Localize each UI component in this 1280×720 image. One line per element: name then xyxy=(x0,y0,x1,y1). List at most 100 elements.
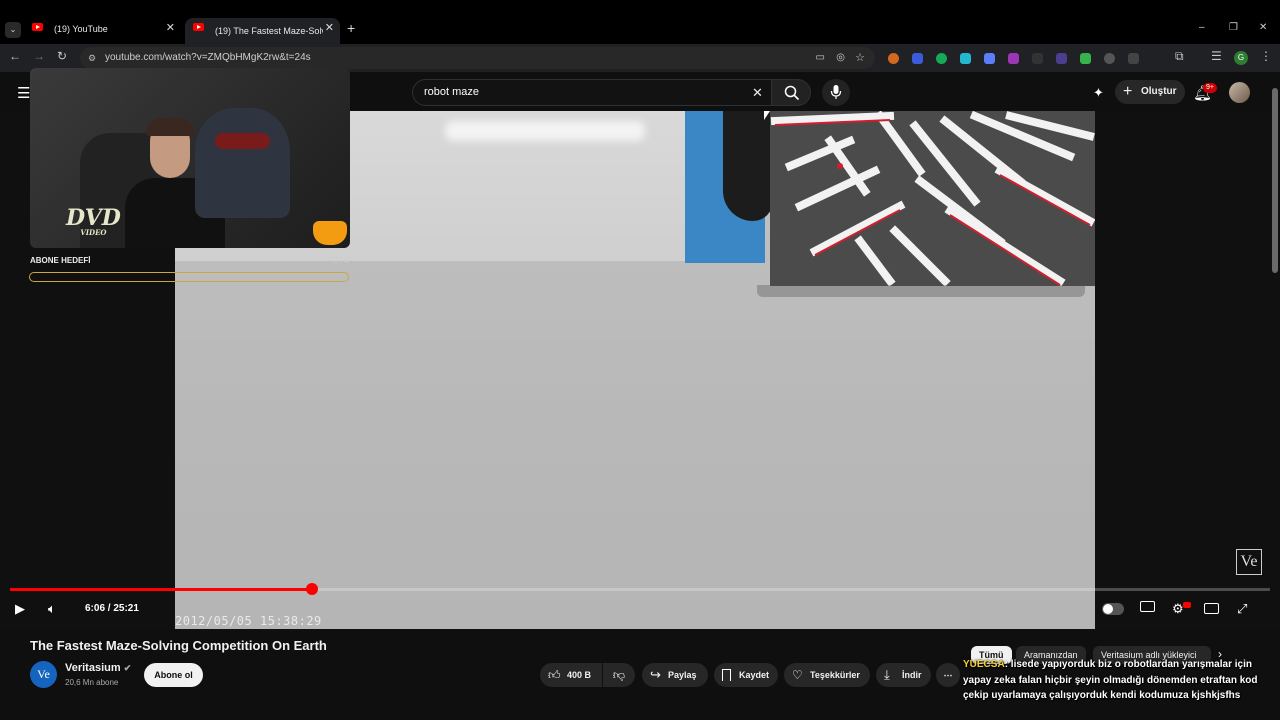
thumbs-up-icon: 👍︎ xyxy=(548,668,561,682)
progress-fill xyxy=(10,588,313,591)
bookmark-icon xyxy=(722,669,731,681)
extension-icon[interactable] xyxy=(936,53,947,64)
video-person-silhouette xyxy=(723,111,773,221)
extensions-puzzle-icon[interactable]: ⧉ xyxy=(1175,49,1184,64)
youtube-favicon-icon xyxy=(193,23,204,31)
streamer-badge-icon xyxy=(313,221,347,245)
subtitles-icon[interactable] xyxy=(1140,601,1155,612)
extension-icon[interactable] xyxy=(1128,53,1139,64)
progress-bar[interactable] xyxy=(10,583,1270,595)
streamer-hair xyxy=(146,118,194,136)
site-info-icon[interactable]: ⚙ xyxy=(88,47,96,69)
forward-icon[interactable]: → xyxy=(33,49,45,63)
share-button[interactable]: ↪ Paylaş xyxy=(642,663,708,687)
subscriber-goal-bar xyxy=(29,272,349,282)
like-button[interactable]: 👍︎ 400 B xyxy=(540,663,602,687)
reload-icon[interactable]: ↻ xyxy=(57,49,67,63)
cast-icon[interactable]: ▭ xyxy=(816,47,825,69)
create-label: Oluştur xyxy=(1141,86,1177,97)
channel-avatar[interactable]: Ve xyxy=(30,661,57,688)
thanks-button[interactable]: ♡ Teşekkürler xyxy=(784,663,870,687)
search-icon xyxy=(784,85,800,101)
streamer-webcam: DVD VIDEO xyxy=(30,68,350,248)
profile-avatar[interactable]: G xyxy=(1234,51,1248,65)
more-actions-button[interactable]: ⋯ xyxy=(936,663,960,687)
share-label: Paylaş xyxy=(668,670,697,680)
tab-label: (19) The Fastest Maze-Solving C xyxy=(215,26,323,36)
restore-button[interactable]: ❐ xyxy=(1229,22,1238,33)
minimize-button[interactable]: – xyxy=(1199,22,1205,33)
video-title: The Fastest Maze-Solving Competition On … xyxy=(30,638,327,653)
channel-name-text: Veritasium xyxy=(65,662,121,674)
extension-icon[interactable] xyxy=(888,53,899,64)
hd-badge xyxy=(1183,602,1191,608)
search-button[interactable] xyxy=(771,79,811,106)
tab-youtube[interactable]: (19) YouTube ✕ xyxy=(24,18,181,40)
extension-icon[interactable] xyxy=(912,53,923,64)
channel-watermark[interactable]: Ve xyxy=(1236,549,1262,575)
extension-icon[interactable] xyxy=(1104,53,1115,64)
play-button[interactable]: ▶ xyxy=(15,601,25,617)
close-tab-icon[interactable]: ✕ xyxy=(325,21,334,34)
video-timestamp-overlay: 2012/05/05 15:38:29 xyxy=(175,614,322,628)
maze-inset-shadow xyxy=(757,285,1085,297)
dislike-button[interactable]: 👎︎ xyxy=(603,663,635,687)
volume-icon[interactable]: 🔈︎ xyxy=(48,601,56,617)
new-tab-button[interactable]: + xyxy=(347,20,355,36)
save-button[interactable]: Kaydet xyxy=(714,663,778,687)
mascot-poster xyxy=(195,108,290,218)
address-bar[interactable]: ⚙ youtube.com/watch?v=ZMQbHMgK2rw&t=24s … xyxy=(80,47,875,69)
notification-badge: 9+ xyxy=(1203,83,1217,93)
menu-kebab-icon[interactable]: ⋮ xyxy=(1260,49,1272,63)
hide-icon[interactable]: ◎ xyxy=(836,47,845,69)
close-window-button[interactable]: ✕ xyxy=(1259,22,1267,33)
plus-icon: + xyxy=(1123,83,1133,100)
extension-icon[interactable] xyxy=(1008,53,1019,64)
save-label: Kaydet xyxy=(739,670,770,680)
mascot-goggles xyxy=(215,133,270,149)
search-input[interactable]: robot maze ✕ xyxy=(412,79,772,106)
subscribe-button[interactable]: Abone ol xyxy=(144,663,203,687)
tab-search-button[interactable]: ⌄ xyxy=(5,22,21,38)
thanks-label: Teşekkürler xyxy=(810,670,860,680)
share-arrow-icon: ↪ xyxy=(650,667,661,682)
create-button[interactable]: + Oluştur xyxy=(1115,80,1185,104)
extension-icon[interactable] xyxy=(1032,53,1043,64)
extension-icon[interactable] xyxy=(1080,53,1091,64)
back-icon[interactable]: ← xyxy=(9,49,21,63)
extension-icon[interactable] xyxy=(1056,53,1067,64)
channel-name[interactable]: Veritasium ✔ xyxy=(65,662,131,674)
subscriber-goal-count: 0 / 4 xyxy=(333,256,349,265)
close-tab-icon[interactable]: ✕ xyxy=(166,21,175,34)
extension-pin-icon[interactable]: ✦ xyxy=(1093,85,1104,101)
hamburger-menu-icon[interactable]: ☰ xyxy=(17,84,30,102)
mouse-cursor-icon xyxy=(764,111,770,120)
subscriber-goal-label: ABONE HEDEFİ xyxy=(30,256,91,265)
extension-icon[interactable] xyxy=(984,53,995,64)
dvd-logo-text: DVD xyxy=(66,205,121,231)
chat-message: YUECSA: lisede yapıyorduk biz o robotlar… xyxy=(963,657,1263,704)
subscriber-count: 20,6 Mn abone xyxy=(65,678,119,687)
url-text: youtube.com/watch?v=ZMQbHMgK2rw&t=24s xyxy=(105,52,311,63)
fullscreen-icon[interactable]: ⤢ xyxy=(1237,601,1247,617)
download-icon: ⤓ xyxy=(884,667,890,682)
autoplay-toggle[interactable] xyxy=(1102,603,1124,615)
chat-author: YUECSA xyxy=(963,659,1005,670)
download-button[interactable]: ⤓ İndir xyxy=(876,663,931,687)
microphone-icon xyxy=(830,85,842,99)
reading-list-icon[interactable]: ☰ xyxy=(1211,49,1222,63)
search-value: robot maze xyxy=(424,86,480,98)
dvd-logo: DVD VIDEO xyxy=(66,205,121,237)
account-avatar[interactable] xyxy=(1229,82,1250,103)
like-count: 400 B xyxy=(567,670,592,680)
page-scrollbar[interactable] xyxy=(1272,88,1278,273)
extension-icon[interactable] xyxy=(960,53,971,64)
clear-search-icon[interactable]: ✕ xyxy=(752,80,763,105)
tab-video[interactable]: (19) The Fastest Maze-Solving C ✕ xyxy=(185,18,340,44)
settings-gear-icon[interactable]: ⚙ xyxy=(1172,601,1184,617)
voice-search-button[interactable] xyxy=(822,79,850,106)
theater-mode-icon[interactable] xyxy=(1204,603,1219,614)
maze-inset-image xyxy=(770,111,1095,286)
bookmark-star-icon[interactable]: ☆ xyxy=(855,47,865,69)
download-label: İndir xyxy=(902,670,922,680)
